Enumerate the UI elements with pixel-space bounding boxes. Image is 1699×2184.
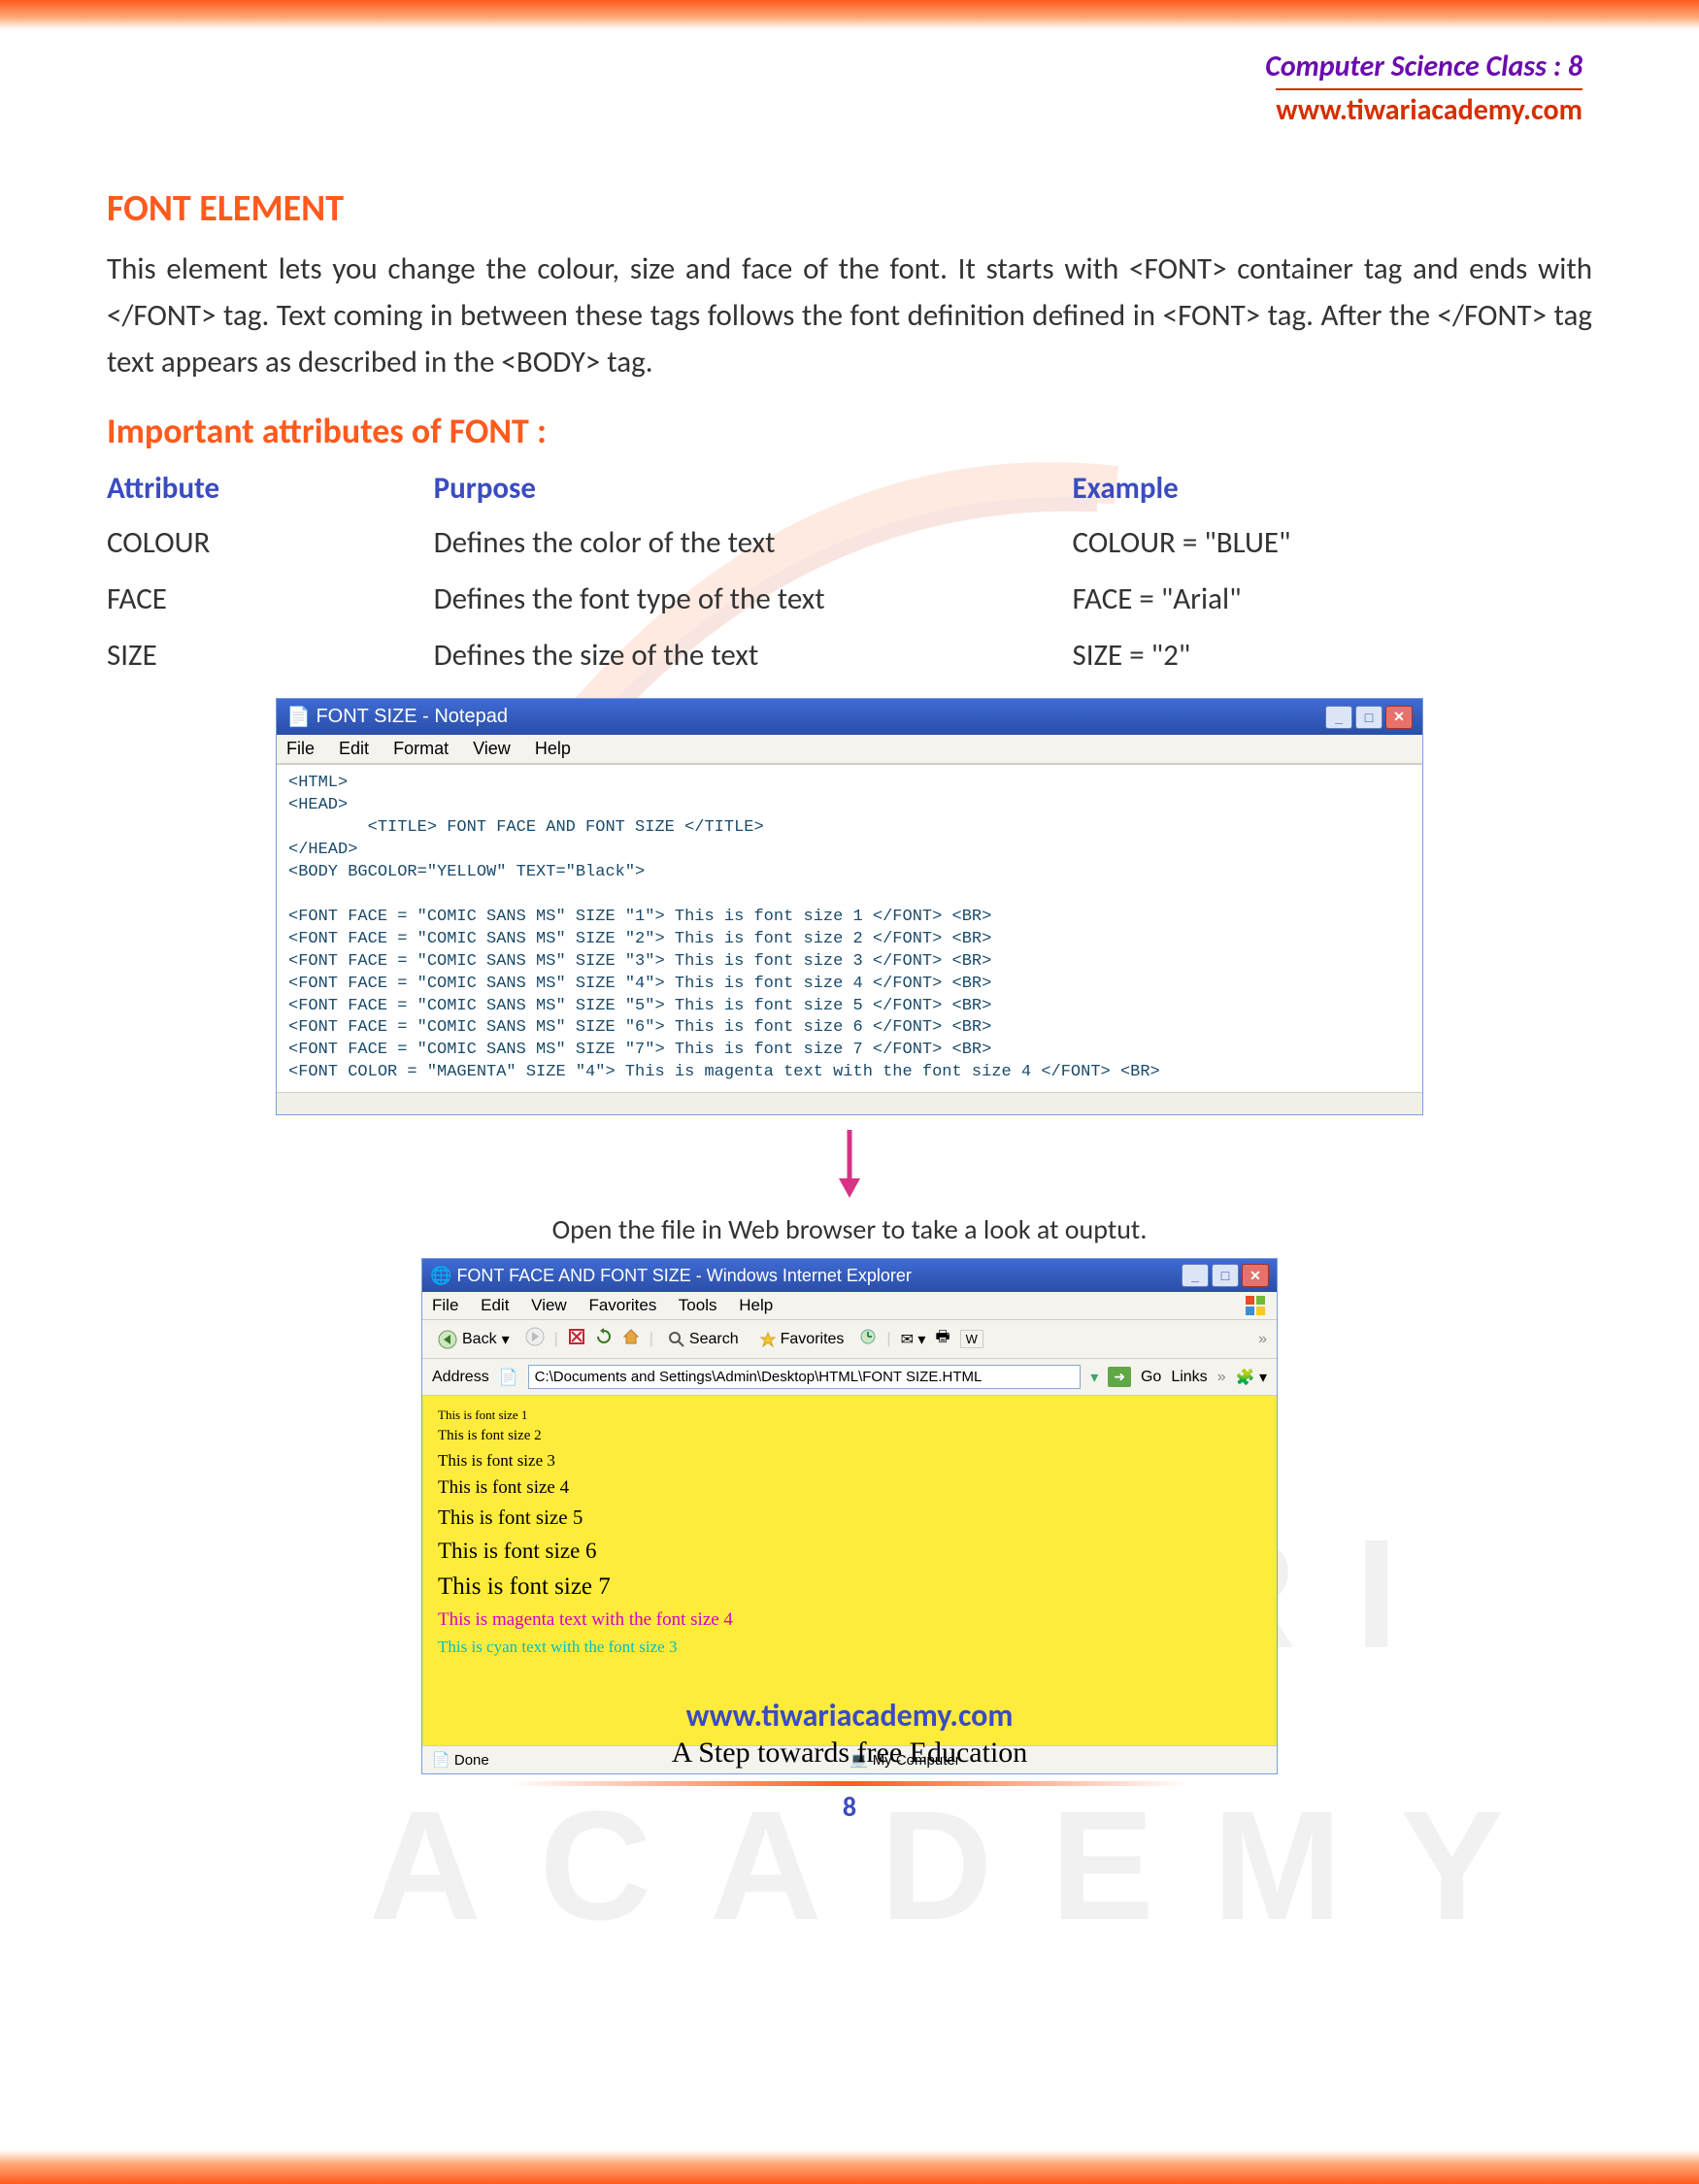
section-title-attributes: Important attributes of FONT :	[107, 410, 1592, 452]
menu-edit[interactable]: Edit	[481, 1296, 509, 1314]
header-title: Computer Science Class : 8	[0, 49, 1582, 84]
notepad-titlebar[interactable]: 📄 FONT SIZE - Notepad _ □ ✕	[277, 699, 1422, 735]
search-button[interactable]: Search	[663, 1329, 745, 1350]
output-line: This is font size 7	[438, 1569, 1261, 1606]
minimize-button[interactable]: _	[1182, 1264, 1209, 1287]
forward-button[interactable]	[525, 1327, 545, 1351]
top-gradient	[0, 0, 1699, 29]
go-button[interactable]: ➜	[1108, 1367, 1131, 1387]
page-number: 8	[0, 1790, 1699, 1824]
section-body: This element lets you change the colour,…	[107, 246, 1592, 385]
menu-view[interactable]: View	[473, 739, 511, 758]
notepad-menu: File Edit Format View Help	[277, 735, 1422, 764]
scrollbar-horizontal[interactable]	[277, 1092, 1422, 1114]
output-line: This is font size 4	[438, 1473, 1261, 1502]
output-line-magenta: This is magenta text with the font size …	[438, 1605, 1261, 1634]
attributes-table: Attribute Purpose Example COLOURDefines …	[107, 462, 1592, 683]
ie-viewport: This is font size 1 This is font size 2 …	[422, 1396, 1277, 1745]
mail-button[interactable]: ✉ ▾	[901, 1330, 926, 1349]
notepad-title-text: FONT SIZE - Notepad	[316, 706, 1325, 728]
col-example: Example	[1072, 462, 1592, 514]
ie-menu: File Edit View Favorites Tools Help	[422, 1292, 1277, 1320]
page-icon: 📄	[499, 1368, 518, 1387]
close-button[interactable]: ✕	[1242, 1264, 1269, 1287]
refresh-button[interactable]	[595, 1328, 613, 1350]
dropdown-icon[interactable]: ▾	[1090, 1368, 1098, 1387]
footer-divider	[510, 1781, 1189, 1786]
notepad-icon: 📄	[286, 705, 311, 729]
caption-text: Open the file in Web browser to take a l…	[0, 1212, 1699, 1246]
menu-favorites[interactable]: Favorites	[588, 1296, 656, 1314]
links-label[interactable]: Links	[1171, 1369, 1207, 1386]
menu-help[interactable]: Help	[739, 1296, 773, 1314]
menu-edit[interactable]: Edit	[339, 739, 369, 758]
output-line: This is font size 2	[438, 1425, 1261, 1447]
table-row: COLOURDefines the color of the textCOLOU…	[107, 514, 1592, 571]
notepad-body[interactable]: <HTML> <HEAD> <TITLE> FONT FACE AND FONT…	[277, 764, 1422, 1092]
output-line: This is font size 6	[438, 1534, 1261, 1569]
menu-view[interactable]: View	[531, 1296, 567, 1314]
header-url: www.tiwariacademy.com	[1276, 88, 1582, 128]
menu-help[interactable]: Help	[535, 739, 571, 758]
close-button[interactable]: ✕	[1385, 706, 1413, 729]
output-line-cyan: This is cyan text with the font size 3	[438, 1635, 1261, 1660]
bottom-gradient	[0, 2150, 1699, 2184]
menu-format[interactable]: Format	[393, 739, 449, 758]
minimize-button[interactable]: _	[1325, 706, 1352, 729]
footer-url: www.tiwariacademy.com	[0, 1697, 1699, 1735]
address-label: Address	[432, 1369, 489, 1386]
ie-addressbar: Address 📄 ▾ ➜Go Links» 🧩 ▾	[422, 1359, 1277, 1396]
toolbar-extra-icon[interactable]: 🧩 ▾	[1236, 1368, 1267, 1387]
notepad-window: 📄 FONT SIZE - Notepad _ □ ✕ File Edit Fo…	[276, 698, 1423, 1115]
table-row: FACEDefines the font type of the textFAC…	[107, 571, 1592, 627]
stop-button[interactable]	[568, 1328, 585, 1350]
menu-file[interactable]: File	[286, 739, 315, 758]
section-title-font-element: FONT ELEMENT	[107, 186, 1592, 231]
page-footer: www.tiwariacademy.com A Step towards fre…	[0, 1697, 1699, 1824]
footer-tagline: A Step towards free Education	[0, 1737, 1699, 1770]
print-button[interactable]: 🖶	[935, 1326, 949, 1352]
output-line: This is font size 5	[438, 1502, 1261, 1534]
table-row: SIZEDefines the size of the textSIZE = "…	[107, 627, 1592, 683]
edit-button[interactable]: W	[960, 1330, 983, 1348]
history-button[interactable]	[859, 1328, 877, 1350]
maximize-button[interactable]: □	[1212, 1264, 1239, 1287]
page-header: Computer Science Class : 8 www.tiwariaca…	[0, 29, 1699, 128]
output-line: This is font size 1	[438, 1406, 1261, 1425]
home-button[interactable]	[622, 1328, 640, 1350]
menu-tools[interactable]: Tools	[679, 1296, 717, 1314]
col-attribute: Attribute	[107, 462, 434, 514]
ie-title-text: FONT FACE AND FONT SIZE - Windows Intern…	[456, 1266, 1182, 1286]
maximize-button[interactable]: □	[1355, 706, 1383, 729]
back-button[interactable]: Back ▾	[432, 1328, 516, 1351]
ie-icon: 🌐	[430, 1266, 451, 1286]
favorites-button[interactable]: Favorites	[754, 1329, 850, 1350]
address-input[interactable]	[528, 1365, 1082, 1389]
output-line: This is font size 3	[438, 1448, 1261, 1473]
ie-toolbar: Back ▾ | | Search Favorites | ✉ ▾ 🖶 W »	[422, 1320, 1277, 1359]
ie-titlebar[interactable]: 🌐 FONT FACE AND FONT SIZE - Windows Inte…	[422, 1259, 1277, 1292]
menu-file[interactable]: File	[432, 1296, 458, 1314]
windows-logo-icon	[1244, 1294, 1267, 1317]
arrow-down-icon	[0, 1130, 1699, 1203]
col-purpose: Purpose	[434, 462, 1073, 514]
